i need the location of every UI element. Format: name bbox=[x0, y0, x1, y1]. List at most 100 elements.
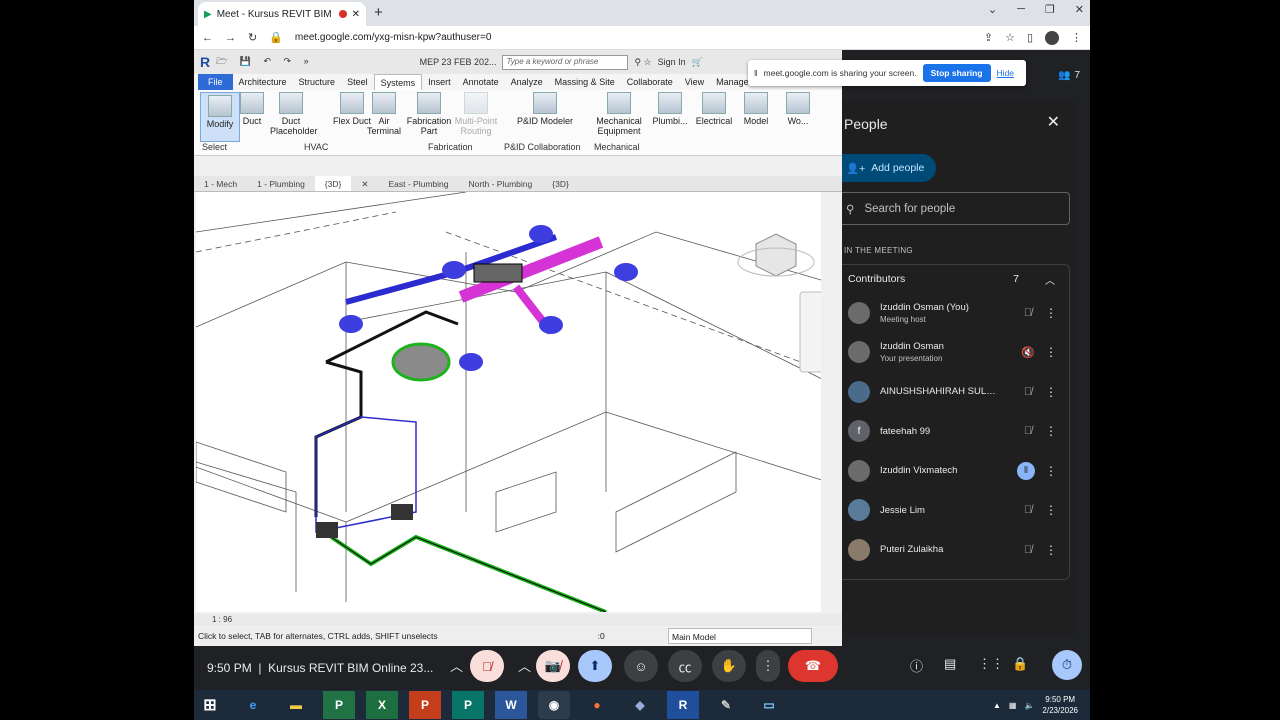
duct-button[interactable]: Duct bbox=[232, 92, 272, 126]
reload-icon[interactable]: ↻ bbox=[248, 31, 257, 44]
emoji-button[interactable]: ☺ bbox=[624, 650, 658, 682]
revit-taskbar-icon[interactable]: R bbox=[667, 691, 699, 719]
info-icon[interactable]: ⓘ bbox=[910, 656, 923, 675]
more-options-icon[interactable]: ⋮ bbox=[1045, 306, 1057, 320]
chrome-icon[interactable]: ◉ bbox=[538, 691, 570, 719]
tab-file[interactable]: File bbox=[198, 74, 233, 90]
tab-collaborate[interactable]: Collaborate bbox=[621, 74, 679, 90]
stop-sharing-button[interactable]: Stop sharing bbox=[922, 64, 991, 82]
sidepanel-icon[interactable]: ▯ bbox=[1027, 31, 1033, 44]
pid-modeler-button[interactable]: P&ID Modeler bbox=[514, 92, 576, 126]
volume-icon[interactable]: 🔈 bbox=[1024, 701, 1034, 710]
air-terminal-button[interactable]: Air Terminal bbox=[364, 92, 404, 136]
quick-access-icons[interactable]: 🗁 💾 ↶ ↷ » bbox=[216, 54, 313, 70]
tab-annotate[interactable]: Annotate bbox=[457, 74, 505, 90]
ie-icon[interactable]: e bbox=[237, 691, 269, 719]
search-people-input[interactable]: ⚲ Search for people bbox=[842, 192, 1070, 225]
multi-point-routing-button[interactable]: Multi-Point Routing bbox=[452, 92, 500, 136]
tab-massing[interactable]: Massing & Site bbox=[549, 74, 621, 90]
menu-dots-icon[interactable]: ⋮ bbox=[1071, 31, 1082, 44]
view-tab[interactable]: 1 - Mech bbox=[194, 176, 247, 191]
taskbar-clock[interactable]: 9:50 PM 2/23/2026 bbox=[1042, 694, 1078, 716]
chat-icon[interactable]: ▤ bbox=[944, 656, 956, 672]
paint-icon[interactable]: ✎ bbox=[710, 691, 742, 719]
mechanical-equipment-button[interactable]: Mechanical Equipment bbox=[594, 92, 644, 136]
powerpoint-icon[interactable]: P bbox=[409, 691, 441, 719]
more-options-icon[interactable]: ⋮ bbox=[1045, 385, 1057, 399]
tab-steel[interactable]: Steel bbox=[341, 74, 374, 90]
view-tab[interactable]: 1 - Plumbing bbox=[247, 176, 315, 191]
group-select[interactable]: Select bbox=[202, 142, 227, 152]
chevron-up-icon[interactable]: ︿ bbox=[518, 656, 531, 675]
host-controls-icon[interactable]: 🔒 bbox=[1012, 656, 1028, 672]
url-field[interactable]: meet.google.com/yxg-misn-kpw?authuser=0 bbox=[295, 32, 972, 43]
hide-link[interactable]: Hide bbox=[997, 68, 1014, 78]
close-window-button[interactable]: ✕ bbox=[1075, 3, 1084, 16]
new-tab-button[interactable]: + bbox=[374, 4, 383, 21]
tab-systems[interactable]: Systems bbox=[373, 74, 423, 90]
tab-close-icon[interactable]: ✕ bbox=[352, 9, 360, 20]
work-plane-button[interactable]: Wo... bbox=[778, 92, 818, 126]
3d-viewport[interactable] bbox=[196, 192, 828, 612]
view-tab[interactable]: East - Plumbing bbox=[378, 176, 458, 191]
duct-placeholder-button[interactable]: Duct Placeholder bbox=[270, 92, 318, 136]
fabrication-part-button[interactable]: Fabrication Part bbox=[406, 92, 452, 136]
mic-toggle-button[interactable]: 🎙̸ bbox=[470, 650, 504, 682]
project-icon[interactable]: P bbox=[323, 691, 355, 719]
tab-view[interactable]: View bbox=[679, 74, 710, 90]
participant-counter[interactable]: 👥 7 bbox=[1036, 64, 1080, 86]
more-options-icon[interactable]: ⋮ bbox=[1045, 464, 1057, 478]
tab-structure[interactable]: Structure bbox=[293, 74, 342, 90]
chevron-up-icon[interactable]: ︿ bbox=[450, 656, 463, 675]
forward-icon[interactable]: → bbox=[225, 32, 236, 44]
contributors-header[interactable]: Contributors 7 ︿ bbox=[842, 265, 1069, 293]
more-options-icon[interactable]: ⋮ bbox=[1045, 543, 1057, 557]
main-model-select[interactable]: Main Model bbox=[668, 628, 812, 644]
restore-button[interactable]: ❐ bbox=[1045, 3, 1055, 16]
captions-button[interactable]: ㏄ bbox=[668, 650, 702, 682]
tray-arrow-icon[interactable]: ▲ bbox=[993, 701, 1001, 710]
chevron-up-icon[interactable]: ︿ bbox=[1045, 272, 1055, 287]
app-icon[interactable]: ◆ bbox=[624, 691, 656, 719]
more-options-button[interactable]: ⋮ bbox=[756, 650, 780, 682]
network-icon[interactable]: ▦ bbox=[1009, 701, 1017, 710]
tab-search-icon[interactable]: ⌄ bbox=[988, 3, 997, 16]
back-icon[interactable]: ← bbox=[202, 32, 213, 44]
browser-tab[interactable]: ▶ Meet - Kursus REVIT BIM Onl ✕ bbox=[198, 2, 366, 26]
tab-architecture[interactable]: Architecture bbox=[233, 74, 293, 90]
start-button[interactable]: ⊞ bbox=[194, 691, 226, 719]
more-options-icon[interactable]: ⋮ bbox=[1045, 503, 1057, 517]
profile-avatar[interactable] bbox=[1045, 30, 1059, 45]
cart-icon[interactable]: 🛒 bbox=[692, 57, 703, 68]
more-options-icon[interactable]: ⋮ bbox=[1045, 345, 1057, 359]
activities-icon[interactable]: ⋮⋮ bbox=[978, 656, 1004, 672]
drag-handle-icon[interactable]: ‖ bbox=[754, 68, 758, 78]
view-scale[interactable]: 1 : 96 bbox=[212, 615, 232, 624]
revit-help-icons[interactable]: ⚲ ☆ bbox=[634, 57, 651, 68]
model-button[interactable]: Model bbox=[736, 92, 776, 126]
bookmark-star-icon[interactable]: ☆ bbox=[1005, 31, 1015, 44]
revit-logo-icon[interactable]: R bbox=[200, 54, 210, 70]
electrical-button[interactable]: Electrical bbox=[692, 92, 736, 126]
lock-icon[interactable]: 🔒 bbox=[269, 31, 283, 44]
firefox-icon[interactable]: ● bbox=[581, 691, 613, 719]
raise-hand-button[interactable]: ✋ bbox=[712, 650, 746, 682]
view-tab[interactable]: North - Plumbing bbox=[458, 176, 542, 191]
close-panel-icon[interactable]: ✕ bbox=[1047, 112, 1060, 132]
share-icon[interactable]: ⇪ bbox=[984, 31, 993, 44]
view-tab[interactable]: {3D} bbox=[542, 176, 579, 191]
tab-insert[interactable]: Insert bbox=[422, 74, 457, 90]
view-tab-close-icon[interactable]: ✕ bbox=[351, 176, 378, 191]
publisher-icon[interactable]: P bbox=[452, 691, 484, 719]
tab-analyze[interactable]: Analyze bbox=[505, 74, 549, 90]
file-explorer-icon[interactable]: ▬ bbox=[280, 691, 312, 719]
sign-in-link[interactable]: Sign In bbox=[658, 57, 686, 67]
revit-search-input[interactable]: Type a keyword or phrase bbox=[502, 54, 629, 70]
window-icon[interactable]: ▭ bbox=[753, 691, 785, 719]
word-icon[interactable]: W bbox=[495, 691, 527, 719]
camera-toggle-button[interactable]: 📷̸ bbox=[536, 650, 570, 682]
timer-button[interactable]: ⏱ bbox=[1052, 650, 1082, 680]
excel-icon[interactable]: X bbox=[366, 691, 398, 719]
minimize-button[interactable]: ─ bbox=[1017, 3, 1025, 16]
leave-call-button[interactable]: ☎ bbox=[788, 650, 838, 682]
